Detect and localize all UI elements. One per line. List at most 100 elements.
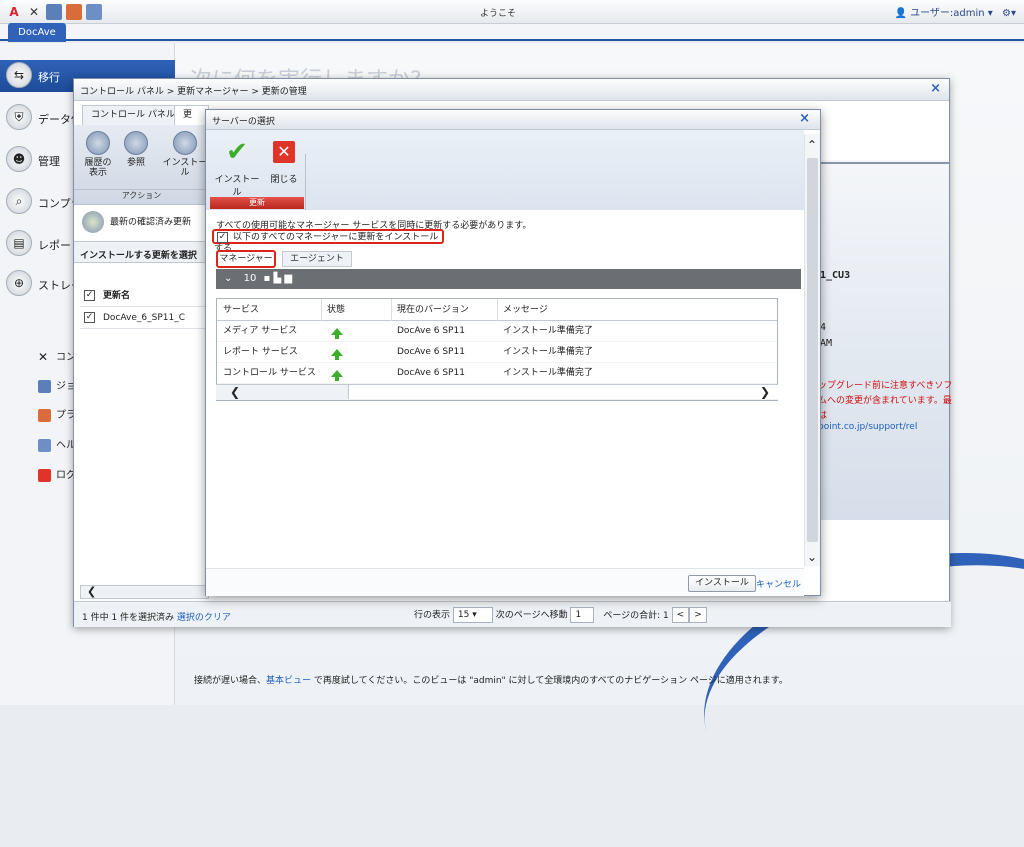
- chevron-down-icon[interactable]: ⌄: [224, 273, 232, 284]
- footer-text: 接続が遅い場合、基本ビュー で再度試してください。このビューは "admin" …: [194, 676, 788, 686]
- compliance-icon: ⌕: [6, 188, 32, 214]
- chevron-left-icon[interactable]: ❮: [230, 385, 240, 399]
- update-version: 1_CU3: [820, 270, 851, 281]
- user-menu[interactable]: 👤 ユーザー:admin ▾ ⚙▾: [894, 4, 1016, 19]
- select-all-checkbox[interactable]: ✓: [84, 290, 95, 301]
- warning-text: ムへの変更が含まれています。最: [818, 396, 952, 406]
- monitor-icon[interactable]: [46, 4, 62, 20]
- clear-selection-link[interactable]: 選択のクリア: [177, 613, 231, 623]
- warning-text: ップグレード前に注意すべきソフ: [818, 381, 953, 391]
- subnav-plan-manager[interactable]: プラ: [38, 406, 76, 422]
- calendar-icon: [38, 408, 51, 422]
- rows-per-page-select[interactable]: 15 ▾: [452, 607, 493, 623]
- selection-status: 1 件中 1 件を選択済み 選択のクリア: [82, 613, 231, 623]
- chevron-up-icon[interactable]: ⌃: [807, 138, 817, 152]
- app-logo-icon[interactable]: A: [6, 4, 22, 20]
- dialog-title: サーバーの選択: [212, 117, 275, 127]
- table-header: ✓ 更新名: [80, 285, 209, 307]
- dialog-header: コントロール パネル > 更新マネージャー > 更新の管理 ×: [74, 79, 949, 101]
- status-bar: 1 件中 1 件を選択済み 選択のクリア 行の表示 15 ▾ 次のページへ移動 …: [74, 601, 951, 627]
- scroll-thumb[interactable]: [807, 158, 818, 542]
- browse-button[interactable]: 参照: [118, 131, 154, 168]
- select-updates-header: インストールする更新を選択: [74, 241, 209, 263]
- dialog-tabs: コントロール パネル 更新: [74, 101, 209, 138]
- status-up-icon: [327, 342, 343, 363]
- monitor-icon: [38, 379, 51, 393]
- tab-control-panel[interactable]: コントロール パネル: [82, 105, 184, 125]
- view-history-button[interactable]: 履歴の 表示: [80, 131, 116, 178]
- subnav-job-monitor[interactable]: ジョ: [38, 377, 76, 393]
- document-icon[interactable]: [86, 4, 102, 20]
- ribbon: ✔ インストール ✕ 閉じる 更新: [206, 130, 804, 210]
- chevron-down-icon[interactable]: ⌄: [807, 550, 817, 564]
- install-button[interactable]: ✔ インストール: [212, 138, 262, 198]
- install-icon: [173, 131, 197, 155]
- footer-install-button[interactable]: インストール: [688, 575, 756, 592]
- calendar-icon[interactable]: [66, 4, 82, 20]
- breadcrumb: コントロール パネル > 更新マネージャー > 更新の管理: [80, 87, 307, 97]
- top-toolbar: A ✕ ようこそ 👤 ユーザー:admin ▾ ⚙▾: [0, 0, 1024, 24]
- checkbox[interactable]: ✓: [217, 232, 228, 243]
- horizontal-scrollbar[interactable]: ❮ ❯: [216, 384, 778, 400]
- tab-agent[interactable]: エージェント: [282, 251, 352, 267]
- detail-line: AM: [820, 338, 833, 349]
- install-all-checkbox[interactable]: ✓ 以下のすべてのマネージャーに更新をインストールする: [212, 229, 444, 254]
- table-row[interactable]: ✓ DocAve_6_SP11_C: [80, 307, 209, 329]
- ribbon-install-button[interactable]: インストール: [160, 131, 210, 178]
- storage-icon: ⊕: [6, 270, 32, 296]
- tab-updates[interactable]: 更新: [174, 105, 209, 138]
- page-size-value[interactable]: 10: [244, 273, 257, 284]
- tools-icon: ✕: [38, 349, 49, 364]
- settings-icon[interactable]: ⚙▾: [1002, 8, 1016, 19]
- chevron-left-icon[interactable]: ❮: [87, 585, 96, 598]
- release-notes-link[interactable]: point.co.jp/support/rel: [818, 422, 917, 432]
- close-icon[interactable]: ×: [799, 111, 810, 126]
- logout-icon: [38, 468, 51, 482]
- tab-manager[interactable]: マネージャー: [216, 250, 276, 268]
- history-icon: [86, 131, 110, 155]
- cancel-link[interactable]: キャンセル: [756, 577, 801, 590]
- subnav-control-panel[interactable]: ✕ コン: [38, 348, 76, 364]
- user-icon: 👤: [894, 8, 907, 19]
- table-header: サービス 状態 現在のバージョン メッセージ: [217, 299, 777, 321]
- status-up-icon: [327, 363, 343, 384]
- tools-icon[interactable]: ✕: [26, 4, 42, 20]
- vertical-scrollbar[interactable]: ⌃ ⌄: [804, 134, 820, 566]
- checkmark-icon: ✔: [226, 137, 248, 167]
- status-up-icon: [327, 321, 343, 342]
- close-icon: ✕: [273, 141, 295, 163]
- dialog-header: サーバーの選択 ×: [206, 110, 820, 130]
- ribbon-group-label: 更新: [210, 197, 304, 209]
- table-row[interactable]: メディア サービス DocAve 6 SP11 インストール準備完了: [217, 321, 777, 342]
- ribbon-group-label: アクション: [74, 189, 209, 203]
- chevron-right-icon[interactable]: ❯: [760, 385, 770, 399]
- pager: 行の表示 15 ▾ 次のページへ移動 1 ページの合計: 1 < >: [414, 607, 707, 623]
- page-size-bar: ⌄ 10 ▪ ▙ ▆: [216, 269, 801, 289]
- dialog-footer: インストール キャンセル: [206, 568, 804, 596]
- subnav-help[interactable]: ヘル: [38, 436, 76, 452]
- report-icon: ▤: [6, 230, 32, 256]
- prev-page-button[interactable]: <: [671, 607, 690, 623]
- subnav-logout[interactable]: ログ: [38, 466, 76, 482]
- app-bar: [0, 24, 1024, 41]
- admin-icon: ☻: [6, 146, 32, 172]
- row-checkbox[interactable]: ✓: [84, 312, 95, 323]
- close-button[interactable]: ✕ 閉じる: [264, 138, 304, 185]
- select-server-dialog: サーバーの選択 × ✔ インストール ✕ 閉じる 更新 すべての使用可能なマネー…: [205, 109, 821, 596]
- basic-view-link[interactable]: 基本ビュー: [266, 676, 311, 686]
- migrate-icon: ⇆: [6, 62, 32, 88]
- view-mode-icon[interactable]: ▪ ▙ ▆: [264, 273, 293, 284]
- latest-updates[interactable]: 最新の確認済み更新: [82, 211, 191, 233]
- goto-page-input[interactable]: 1: [570, 607, 595, 623]
- browse-icon: [124, 131, 148, 155]
- close-icon[interactable]: ×: [930, 81, 941, 96]
- app-tab-docave[interactable]: DocAve: [8, 23, 66, 42]
- help-icon: [38, 438, 51, 452]
- horizontal-scrollbar[interactable]: ❮: [80, 585, 209, 599]
- welcome-text: ようこそ: [480, 9, 517, 19]
- update-icon: [82, 211, 104, 233]
- table-row[interactable]: レポート サービス DocAve 6 SP11 インストール準備完了: [217, 342, 777, 363]
- table-row[interactable]: コントロール サービス DocAve 6 SP11 インストール準備完了: [217, 363, 777, 384]
- next-page-button[interactable]: >: [689, 607, 707, 623]
- shield-icon: ⛨: [6, 104, 32, 130]
